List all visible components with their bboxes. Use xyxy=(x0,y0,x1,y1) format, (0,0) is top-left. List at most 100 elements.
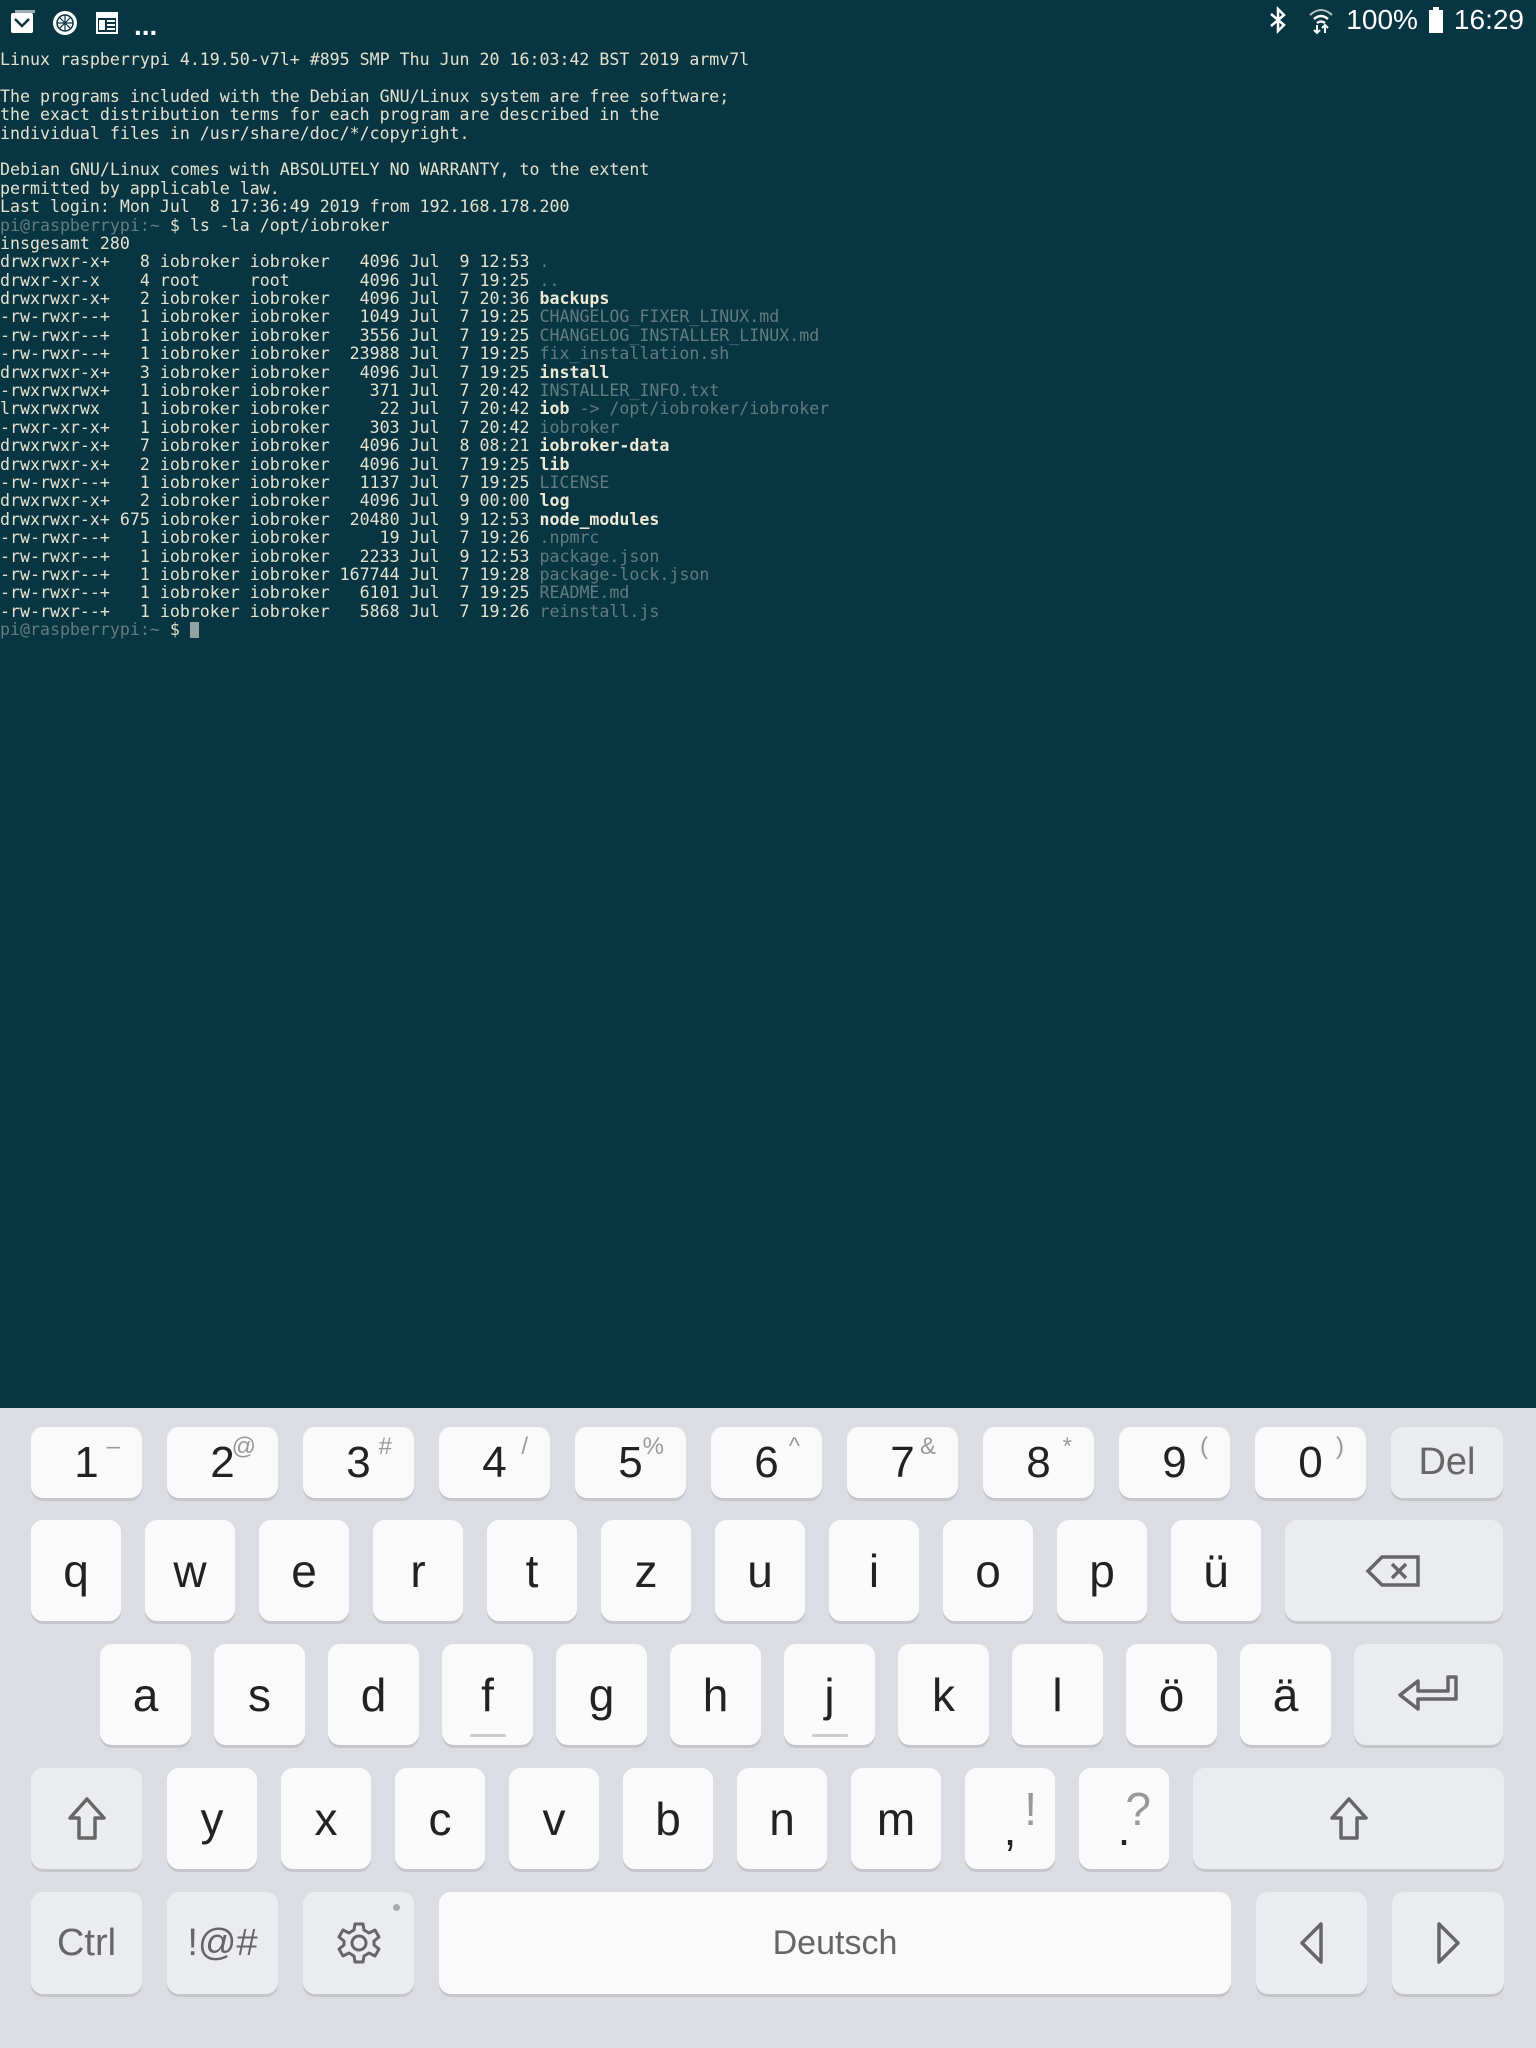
file-info: -rw-rwxr--+ 1 iobroker iobroker 2233 Jul… xyxy=(0,546,540,566)
key-x[interactable]: x xyxy=(281,1768,371,1869)
key-ä[interactable]: ä xyxy=(1240,1644,1331,1745)
shift-key-right[interactable] xyxy=(1193,1768,1504,1869)
key-7[interactable]: 7 & xyxy=(847,1427,958,1498)
listing-row: -rw-rwxr--+ 1 iobroker iobroker 23988 Ju… xyxy=(0,345,1536,363)
key-ö[interactable]: ö xyxy=(1126,1644,1217,1745)
key-f[interactable]: f xyxy=(442,1644,533,1745)
key-w[interactable]: w xyxy=(145,1520,235,1621)
ctrl-key[interactable]: Ctrl xyxy=(31,1892,142,1994)
key-secondary-label: ? xyxy=(1125,1783,1151,1835)
cursor-right-key[interactable] xyxy=(1392,1892,1504,1994)
motd-text: Linux raspberrypi 4.19.50-v7l+ #895 SMP … xyxy=(0,50,750,69)
key-label: ö xyxy=(1158,1668,1185,1721)
file-name: install xyxy=(539,362,610,382)
key-period[interactable]: ?. xyxy=(1079,1768,1169,1869)
key-label: 3 xyxy=(346,1437,371,1487)
file-name: CHANGELOG_INSTALLER_LINUX.md xyxy=(539,325,820,345)
key-label: n xyxy=(769,1792,795,1845)
motd-line: the exact distribution terms for each pr… xyxy=(0,105,1536,124)
key-label: 4 xyxy=(482,1437,507,1487)
clock: 16:29 xyxy=(1453,4,1524,35)
space-key[interactable]: Deutsch xyxy=(439,1892,1231,1994)
key-label: z xyxy=(634,1544,658,1597)
shift-key-left[interactable] xyxy=(31,1768,142,1869)
motd-text: permitted by applicable law. xyxy=(0,178,280,198)
motd-line xyxy=(0,69,1536,87)
file-name: INSTALLER_INFO.txt xyxy=(539,381,720,401)
motd-line xyxy=(0,143,1536,161)
key-s[interactable]: s xyxy=(214,1644,305,1745)
key-h[interactable]: h xyxy=(670,1644,761,1745)
key-r[interactable]: r xyxy=(373,1520,463,1621)
key-label: ä xyxy=(1272,1668,1299,1721)
file-info: -rwxrwxrwx+ 1 iobroker iobroker 371 Jul … xyxy=(0,381,540,401)
file-info: drwxrwxr-x+ 7 iobroker iobroker 4096 Jul… xyxy=(0,436,540,456)
listing-row: drwxrwxr-x+ 3 iobroker iobroker 4096 Jul… xyxy=(0,362,1536,382)
key-comma[interactable]: !, xyxy=(965,1768,1055,1869)
file-name: lib xyxy=(539,454,570,474)
listing-row: -rw-rwxr--+ 1 iobroker iobroker 6101 Jul… xyxy=(0,584,1536,602)
backspace-key[interactable] xyxy=(1285,1520,1503,1621)
listing-row: -rw-rwxr--+ 1 iobroker iobroker 5868 Jul… xyxy=(0,601,1536,621)
file-name: reinstall.js xyxy=(539,601,660,621)
key-k[interactable]: k xyxy=(898,1644,989,1745)
key-z[interactable]: z xyxy=(601,1520,691,1621)
key-l[interactable]: l xyxy=(1012,1644,1103,1745)
key-4[interactable]: 4/ xyxy=(439,1427,550,1498)
key-6[interactable]: 6 ^ xyxy=(711,1427,822,1498)
key-9[interactable]: 9( xyxy=(1119,1427,1230,1498)
key-label: l xyxy=(1052,1668,1063,1721)
key-label: , xyxy=(1003,1802,1017,1855)
terminal-output[interactable]: Linux raspberrypi 4.19.50-v7l+ #895 SMP … xyxy=(0,50,1536,1406)
text-cursor xyxy=(189,622,199,639)
file-info: -rw-rwxr--+ 1 iobroker iobroker 1137 Jul… xyxy=(0,472,540,492)
file-name: log xyxy=(539,491,570,511)
cursor-left-key[interactable] xyxy=(1256,1892,1367,1994)
file-info: -rw-rwxr--+ 1 iobroker iobroker 167744 J… xyxy=(0,564,540,584)
key-o[interactable]: o xyxy=(943,1520,1033,1621)
key-t[interactable]: t xyxy=(487,1520,577,1621)
key-label: Ctrl xyxy=(56,1921,117,1964)
key-q[interactable]: q xyxy=(31,1520,121,1621)
motd-line: individual files in /usr/share/doc/*/cop… xyxy=(0,123,1536,143)
key-y[interactable]: y xyxy=(167,1768,257,1869)
key-v[interactable]: v xyxy=(509,1768,599,1869)
motd-text: individual files in /usr/share/doc/*/cop… xyxy=(0,123,470,143)
key-d[interactable]: d xyxy=(328,1644,419,1745)
key-i[interactable]: i xyxy=(829,1520,919,1621)
file-name: node_modules xyxy=(539,509,660,529)
key-secondary-label: – xyxy=(106,1433,120,1460)
key-ü[interactable]: ü xyxy=(1171,1520,1261,1621)
key-1[interactable]: 1– xyxy=(31,1427,142,1498)
key-secondary-label: # xyxy=(378,1433,392,1460)
key-2[interactable]: 2 @ xyxy=(167,1427,278,1498)
key-3[interactable]: 3 # xyxy=(303,1427,414,1498)
key-p[interactable]: p xyxy=(1057,1520,1147,1621)
enter-key[interactable] xyxy=(1354,1644,1503,1745)
key-j[interactable]: j xyxy=(784,1644,875,1745)
prompt-symbol: $ xyxy=(169,620,190,640)
key-label: v xyxy=(542,1792,566,1845)
delete-key[interactable]: Del xyxy=(1391,1427,1503,1498)
key-u[interactable]: u xyxy=(715,1520,805,1621)
key-m[interactable]: m xyxy=(851,1768,941,1869)
key-g[interactable]: g xyxy=(556,1644,647,1745)
key-a[interactable]: a xyxy=(100,1644,191,1745)
key-b[interactable]: b xyxy=(623,1768,713,1869)
file-info: -rw-rwxr--+ 1 iobroker iobroker 1049 Jul… xyxy=(0,307,540,327)
listing-row: drwxr-xr-x 4 root root 4096 Jul 7 19:25 … xyxy=(0,271,1536,290)
key-n[interactable]: n xyxy=(737,1768,827,1869)
key-label: g xyxy=(588,1668,615,1721)
key-c[interactable]: c xyxy=(395,1768,485,1869)
home-row-marker xyxy=(811,1734,848,1737)
motd-line: Last login: Mon Jul 8 17:36:49 2019 from… xyxy=(0,197,1536,217)
settings-key[interactable] xyxy=(303,1892,414,1994)
key-secondary-label: ! xyxy=(1024,1783,1037,1835)
symbols-key[interactable]: !@# xyxy=(167,1892,278,1994)
file-info: drwxrwxr-x+ 2 iobroker iobroker 4096 Jul… xyxy=(0,491,540,511)
motd-text: Last login: Mon Jul 8 17:36:49 2019 from… xyxy=(0,197,570,217)
key-5[interactable]: 5% xyxy=(575,1427,686,1498)
key-8[interactable]: 8 * xyxy=(983,1427,1094,1498)
key-e[interactable]: e xyxy=(259,1520,349,1621)
key-0[interactable]: 0) xyxy=(1255,1427,1366,1498)
